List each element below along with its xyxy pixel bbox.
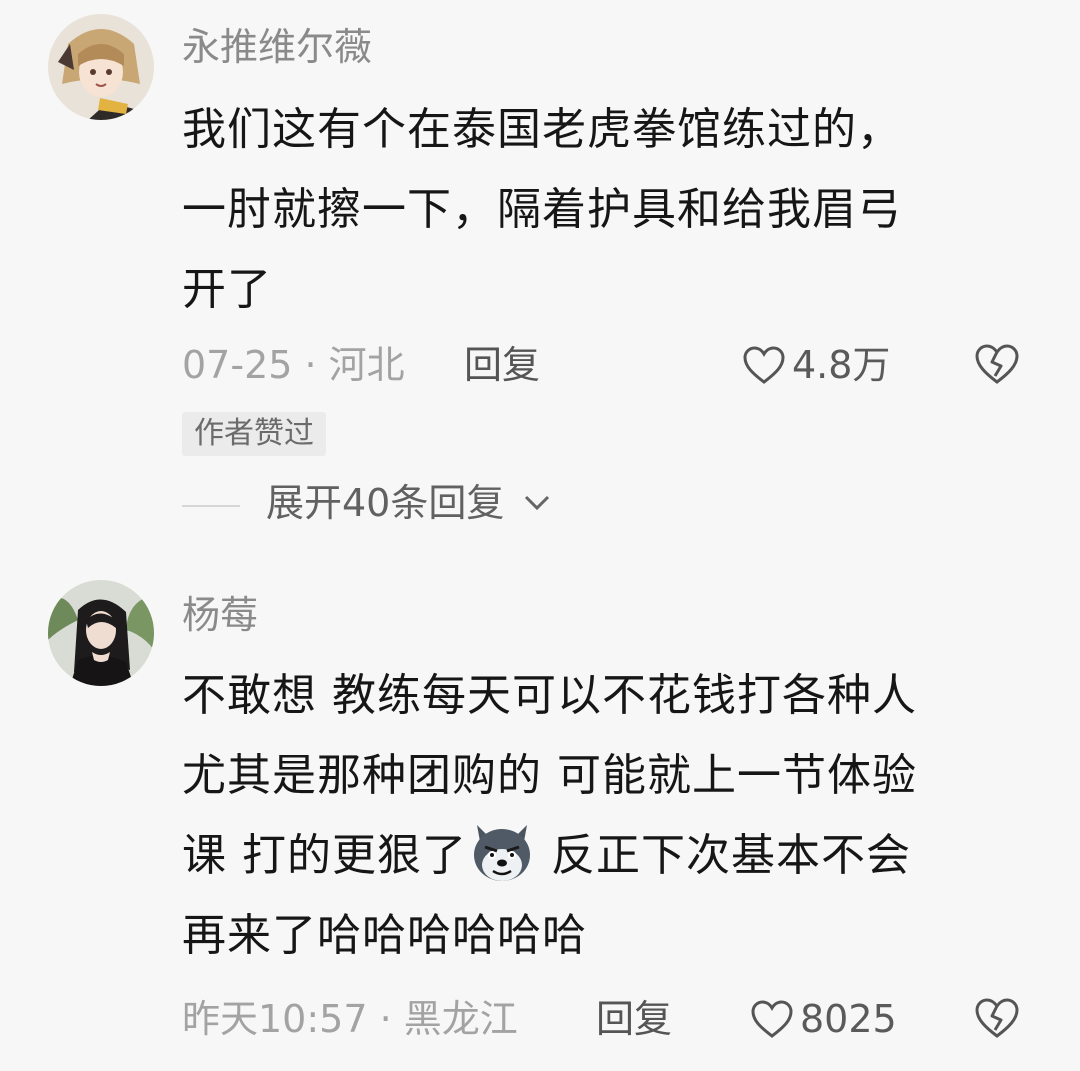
author-liked-badge: 作者赞过: [182, 412, 326, 456]
comment-text: 不敢想 教练每天可以不花钱打各种人 尤其是那种团购的 可能就上一节体验 课 打的…: [182, 656, 1042, 976]
date-location: 昨天10:57 · 黑龙江: [182, 997, 518, 1041]
reply-button[interactable]: 回复: [464, 340, 540, 390]
comment-line-segment: 课 打的更狠了: [182, 830, 467, 881]
like-button[interactable]: 4.8万: [742, 340, 890, 390]
dislike-button[interactable]: [974, 343, 1020, 397]
comment-line: 尤其是那种团购的 可能就上一节体验: [182, 750, 917, 801]
comment-line: 再来了哈哈哈哈哈哈: [182, 910, 587, 961]
heart-icon: [743, 345, 785, 384]
comment-meta: 07-25 · 河北 回复 4.8万: [182, 340, 1042, 390]
date-location: 07-25 · 河北: [182, 343, 405, 387]
heart-icon: [751, 999, 793, 1038]
like-count: 4.8万: [792, 343, 891, 387]
comment-line: 课 打的更狠了 反正下次基本不会: [182, 816, 1042, 896]
comment-line-segment: 反正下次基本不会: [551, 830, 911, 881]
avatar[interactable]: [48, 580, 154, 686]
broken-heart-icon: [975, 344, 1019, 384]
dislike-button[interactable]: [974, 997, 1020, 1051]
comment-line: 一肘就擦一下，隔着护具和给我眉弓: [182, 184, 902, 235]
expand-replies-button[interactable]: 展开40条回复: [182, 478, 552, 528]
comment-text: 我们这有个在泰国老虎拳馆练过的， 一肘就擦一下，隔着护具和给我眉弓 开了: [182, 90, 1042, 330]
reply-button[interactable]: 回复: [596, 994, 672, 1044]
expand-label: 展开40条回复: [266, 481, 505, 525]
comment-meta: 昨天10:57 · 黑龙江 回复 8025: [182, 994, 1042, 1044]
username[interactable]: 永推维尔薇: [182, 24, 372, 70]
avatar[interactable]: [48, 14, 154, 120]
comment-line: 不敢想 教练每天可以不花钱打各种人: [182, 670, 917, 721]
like-count: 8025: [800, 997, 897, 1041]
username[interactable]: 杨莓: [182, 592, 258, 638]
broken-heart-icon: [975, 998, 1019, 1038]
comment-line: 开了: [182, 264, 272, 315]
chevron-down-icon: [525, 495, 550, 510]
divider: [182, 504, 240, 507]
comment-line: 我们这有个在泰国老虎拳馆练过的，: [182, 104, 902, 155]
like-button[interactable]: 8025: [750, 994, 897, 1044]
wolf-face-emoji: [467, 817, 537, 887]
